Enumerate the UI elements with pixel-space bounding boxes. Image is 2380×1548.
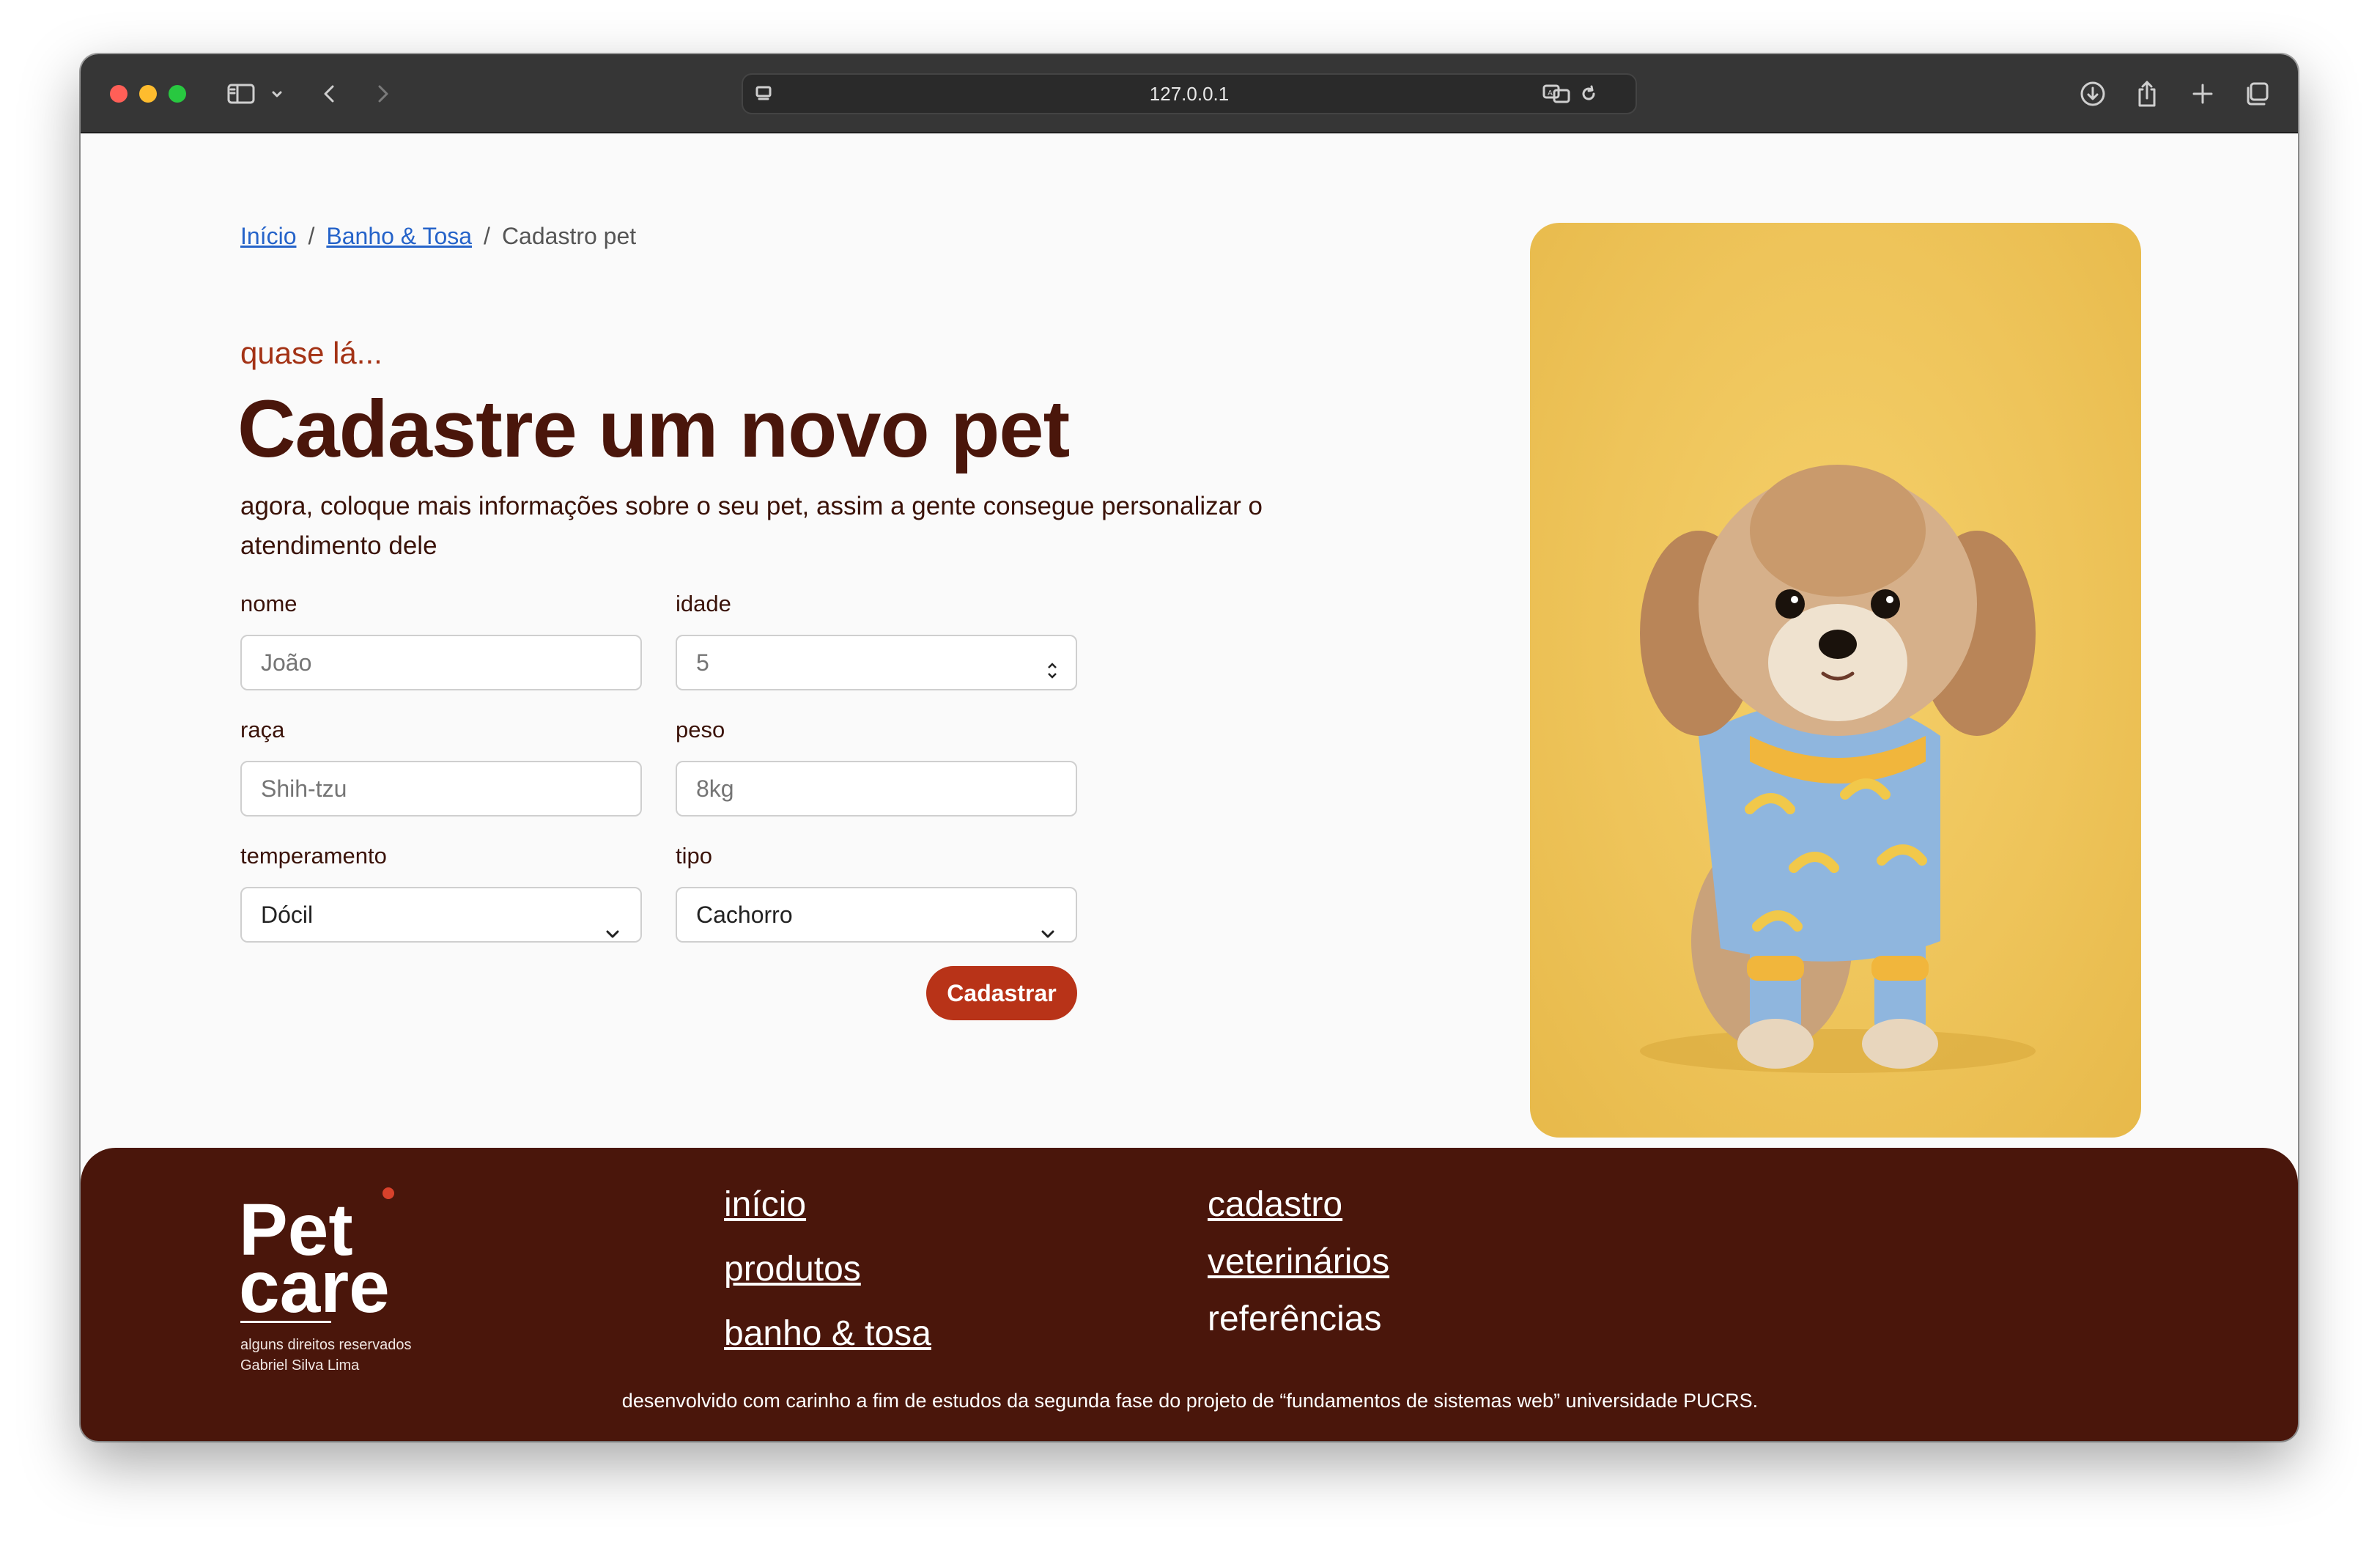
logo-text-care: care xyxy=(239,1246,390,1328)
nome-label: nome xyxy=(240,591,298,616)
page-title: Cadastre um novo pet xyxy=(237,384,1070,474)
tab-overview-icon[interactable] xyxy=(2239,76,2274,111)
nome-placeholder: João xyxy=(261,649,312,676)
chevron-down-icon xyxy=(1039,907,1057,960)
tipo-label: tipo xyxy=(676,843,712,869)
eyebrow-text: quase lá... xyxy=(240,336,382,370)
temperamento-label: temperamento xyxy=(240,843,387,869)
raca-placeholder: Shih-tzu xyxy=(261,775,347,802)
nome-input[interactable]: João xyxy=(240,635,642,690)
browser-toolbar: 127.0.0.1 A xyxy=(81,54,2298,133)
page-description: agora, coloque mais informações sobre o … xyxy=(240,492,1263,560)
minimize-window-button[interactable] xyxy=(139,85,157,103)
translate-icon[interactable]: A xyxy=(1539,75,1574,113)
peso-label: peso xyxy=(676,717,725,742)
logo-dot xyxy=(382,1187,394,1199)
dog-illustration xyxy=(1640,465,2036,1073)
footer-note: desenvolvido com carinho a fim de estudo… xyxy=(621,1390,1759,1412)
temperamento-selected: Dócil xyxy=(261,902,314,928)
tipo-selected: Cachorro xyxy=(696,902,793,928)
breadcrumb-separator: / xyxy=(308,223,315,249)
footer-link-cadastro[interactable]: cadastro xyxy=(1208,1184,1342,1225)
peso-placeholder: 8kg xyxy=(696,775,734,802)
footer-link-banho-tosa[interactable]: banho & tosa xyxy=(724,1313,931,1354)
download-icon[interactable] xyxy=(2075,76,2110,111)
breadcrumb-current: Cadastro pet xyxy=(501,223,637,249)
logo-underline xyxy=(240,1321,331,1323)
reload-icon[interactable] xyxy=(1574,75,1603,113)
idade-number-input[interactable]: 5 xyxy=(676,635,1077,690)
svg-text:A: A xyxy=(1548,89,1553,97)
address-bar[interactable]: 127.0.0.1 A xyxy=(742,73,1637,114)
breadcrumb-inicio-link[interactable]: Início xyxy=(240,223,296,250)
sidebar-toggle-icon[interactable] xyxy=(224,76,258,111)
idade-placeholder: 5 xyxy=(696,649,709,676)
browser-window: 127.0.0.1 A Início / Banho & Tosa / Cada… xyxy=(81,54,2298,1441)
raca-label: raça xyxy=(240,717,285,742)
footer-link-veterinarios[interactable]: veterinários xyxy=(1208,1242,1389,1282)
footer-link-produtos[interactable]: produtos xyxy=(724,1249,861,1289)
new-tab-icon[interactable] xyxy=(2185,76,2220,111)
page-content: Início / Banho & Tosa / Cadastro pet qua… xyxy=(81,133,2298,1160)
cadastrar-button[interactable]: Cadastrar xyxy=(926,966,1077,1020)
forward-arrow-icon[interactable] xyxy=(368,76,397,111)
share-icon[interactable] xyxy=(2129,76,2165,111)
temperamento-select[interactable]: Dócil xyxy=(240,887,642,943)
rights-text: alguns direitos reservados xyxy=(240,1337,412,1353)
breadcrumb-separator: / xyxy=(484,223,490,249)
raca-input[interactable]: Shih-tzu xyxy=(240,761,642,817)
dog-photo xyxy=(1530,223,2141,1138)
spinner-icon[interactable] xyxy=(1045,649,1060,702)
maximize-window-button[interactable] xyxy=(169,85,186,103)
idade-label: idade xyxy=(676,591,731,616)
tipo-select[interactable]: Cachorro xyxy=(676,887,1077,943)
close-window-button[interactable] xyxy=(110,85,128,103)
chevron-down-icon xyxy=(604,907,621,960)
back-arrow-icon[interactable] xyxy=(315,76,344,111)
chevron-down-icon[interactable] xyxy=(268,76,286,111)
breadcrumb: Início / Banho & Tosa / Cadastro pet xyxy=(240,223,636,250)
author-text: Gabriel Silva Lima xyxy=(240,1357,360,1374)
peso-input[interactable]: 8kg xyxy=(676,761,1077,817)
footer-link-referencias[interactable]: referências xyxy=(1208,1299,1381,1339)
footer-link-inicio[interactable]: início xyxy=(724,1184,806,1225)
url-text: 127.0.0.1 xyxy=(1149,83,1230,105)
breadcrumb-banho-tosa-link[interactable]: Banho & Tosa xyxy=(326,223,472,250)
